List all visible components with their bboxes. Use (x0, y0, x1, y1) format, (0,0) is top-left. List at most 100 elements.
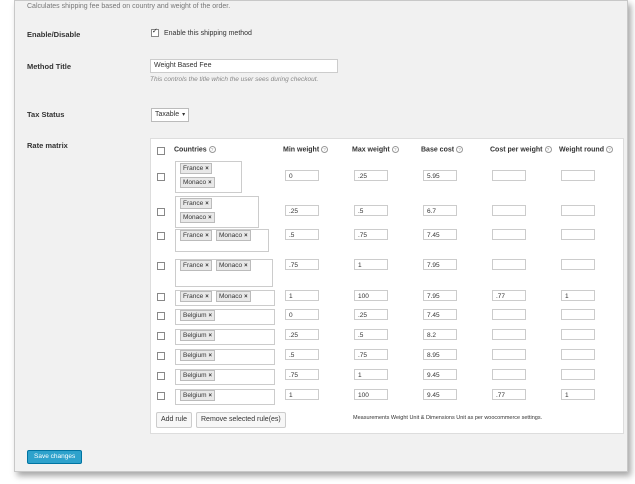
row-checkbox[interactable] (157, 208, 165, 216)
country-tag[interactable]: Belgium × (180, 350, 215, 361)
min-weight-input[interactable]: 1 (285, 389, 319, 400)
min-weight-input[interactable]: 0 (285, 170, 319, 181)
max-weight-input[interactable]: .25 (354, 309, 388, 320)
remove-tag-icon[interactable]: × (208, 373, 212, 379)
max-weight-input[interactable]: .5 (354, 329, 388, 340)
row-checkbox[interactable] (157, 262, 165, 270)
max-weight-input[interactable]: .75 (354, 349, 388, 360)
max-weight-input[interactable]: .75 (354, 229, 388, 240)
cost-per-weight-input[interactable] (492, 259, 526, 270)
country-tag[interactable]: France × (180, 198, 212, 209)
remove-tag-icon[interactable]: × (244, 263, 248, 269)
max-weight-input[interactable]: 1 (354, 259, 388, 270)
min-weight-input[interactable]: 0 (285, 309, 319, 320)
remove-tag-icon[interactable]: × (208, 180, 212, 186)
weight-round-input[interactable]: 1 (561, 290, 595, 301)
base-cost-input[interactable]: 7.95 (423, 259, 457, 270)
base-cost-input[interactable]: 8.95 (423, 349, 457, 360)
row-checkbox[interactable] (157, 173, 165, 181)
weight-round-input[interactable]: 1 (561, 389, 595, 400)
row-checkbox[interactable] (157, 392, 165, 400)
max-weight-input[interactable]: 100 (354, 389, 388, 400)
cost-per-weight-input[interactable] (492, 309, 526, 320)
weight-round-input[interactable] (561, 329, 595, 340)
remove-tag-icon[interactable]: × (205, 263, 209, 269)
row-checkbox[interactable] (157, 352, 165, 360)
weight-round-input[interactable] (561, 205, 595, 216)
weight-round-input[interactable] (561, 349, 595, 360)
row-checkbox[interactable] (157, 312, 165, 320)
remove-tag-icon[interactable]: × (244, 294, 248, 300)
min-weight-input[interactable]: .5 (285, 229, 319, 240)
base-cost-input[interactable]: 8.2 (423, 329, 457, 340)
min-weight-input[interactable]: 1 (285, 290, 319, 301)
country-tag[interactable]: France × (180, 163, 212, 174)
enable-checkbox-text: Enable this shipping method (164, 29, 252, 37)
country-tag[interactable]: Monaco × (180, 212, 215, 223)
cost-per-weight-input[interactable] (492, 349, 526, 360)
remove-tag-icon[interactable]: × (205, 233, 209, 239)
remove-rules-button[interactable]: Remove selected rule(es) (196, 412, 286, 428)
cost-per-weight-input[interactable] (492, 229, 526, 240)
max-weight-input[interactable]: .25 (354, 170, 388, 181)
enable-checkbox-row[interactable]: Enable this shipping method (151, 27, 252, 37)
method-title-input[interactable]: Weight Based Fee (150, 59, 338, 73)
row-checkbox[interactable] (157, 293, 165, 301)
remove-tag-icon[interactable]: × (208, 215, 212, 221)
weight-round-input[interactable] (561, 229, 595, 240)
row-checkbox[interactable] (157, 332, 165, 340)
weight-round-input[interactable] (561, 259, 595, 270)
weight-round-input[interactable] (561, 170, 595, 181)
cost-per-weight-input[interactable] (492, 329, 526, 340)
remove-tag-icon[interactable]: × (208, 393, 212, 399)
weight-round-input[interactable] (561, 309, 595, 320)
country-tag-label: Belgium (183, 392, 207, 399)
min-weight-input[interactable]: .5 (285, 349, 319, 360)
tax-status-select[interactable]: Taxable ▾ (151, 108, 190, 122)
save-changes-button[interactable]: Save changes (27, 450, 83, 464)
country-tag[interactable]: Monaco × (216, 260, 251, 271)
remove-tag-icon[interactable]: × (205, 294, 209, 300)
country-tag[interactable]: France × (180, 291, 212, 302)
country-tag[interactable]: Monaco × (180, 177, 215, 188)
remove-tag-icon[interactable]: × (205, 166, 209, 172)
weight-round-input[interactable] (561, 369, 595, 380)
enable-checkbox[interactable] (151, 27, 159, 37)
max-weight-input[interactable]: 100 (354, 290, 388, 301)
remove-tag-icon[interactable]: × (208, 333, 212, 339)
remove-tag-icon[interactable]: × (208, 313, 212, 319)
min-weight-input[interactable]: .25 (285, 329, 319, 340)
country-tag[interactable]: Belgium × (180, 310, 215, 321)
cost-per-weight-input[interactable]: .77 (492, 389, 526, 400)
cost-per-weight-input[interactable] (492, 369, 526, 380)
row-checkbox[interactable] (157, 232, 165, 240)
country-tag[interactable]: France × (180, 230, 212, 241)
country-tag[interactable]: Belgium × (180, 330, 215, 341)
base-cost-input[interactable]: 5.95 (423, 170, 457, 181)
remove-tag-icon[interactable]: × (208, 353, 212, 359)
select-all-checkbox[interactable] (157, 147, 165, 155)
min-weight-input[interactable]: .75 (285, 259, 319, 270)
min-weight-input[interactable]: .25 (285, 205, 319, 216)
country-tag[interactable]: Monaco × (216, 291, 251, 302)
remove-tag-icon[interactable]: × (244, 233, 248, 239)
base-cost-input[interactable]: 9.45 (423, 389, 457, 400)
country-tag[interactable]: France × (180, 260, 212, 271)
cost-per-weight-input[interactable] (492, 205, 526, 216)
base-cost-input[interactable]: 7.45 (423, 229, 457, 240)
base-cost-input[interactable]: 7.45 (423, 309, 457, 320)
remove-tag-icon[interactable]: × (205, 201, 209, 207)
min-weight-input[interactable]: .75 (285, 369, 319, 380)
cost-per-weight-input[interactable] (492, 170, 526, 181)
country-tag[interactable]: Belgium × (180, 390, 215, 401)
base-cost-input[interactable]: 6.7 (423, 205, 457, 216)
row-checkbox[interactable] (157, 372, 165, 380)
cost-per-weight-input[interactable]: .77 (492, 290, 526, 301)
country-tag[interactable]: Belgium × (180, 370, 215, 381)
add-rule-button[interactable]: Add rule (156, 412, 193, 428)
country-tag[interactable]: Monaco × (216, 230, 251, 241)
max-weight-input[interactable]: .5 (354, 205, 388, 216)
max-weight-input[interactable]: 1 (354, 369, 388, 380)
base-cost-input[interactable]: 9.45 (423, 369, 457, 380)
base-cost-input[interactable]: 7.95 (423, 290, 457, 301)
